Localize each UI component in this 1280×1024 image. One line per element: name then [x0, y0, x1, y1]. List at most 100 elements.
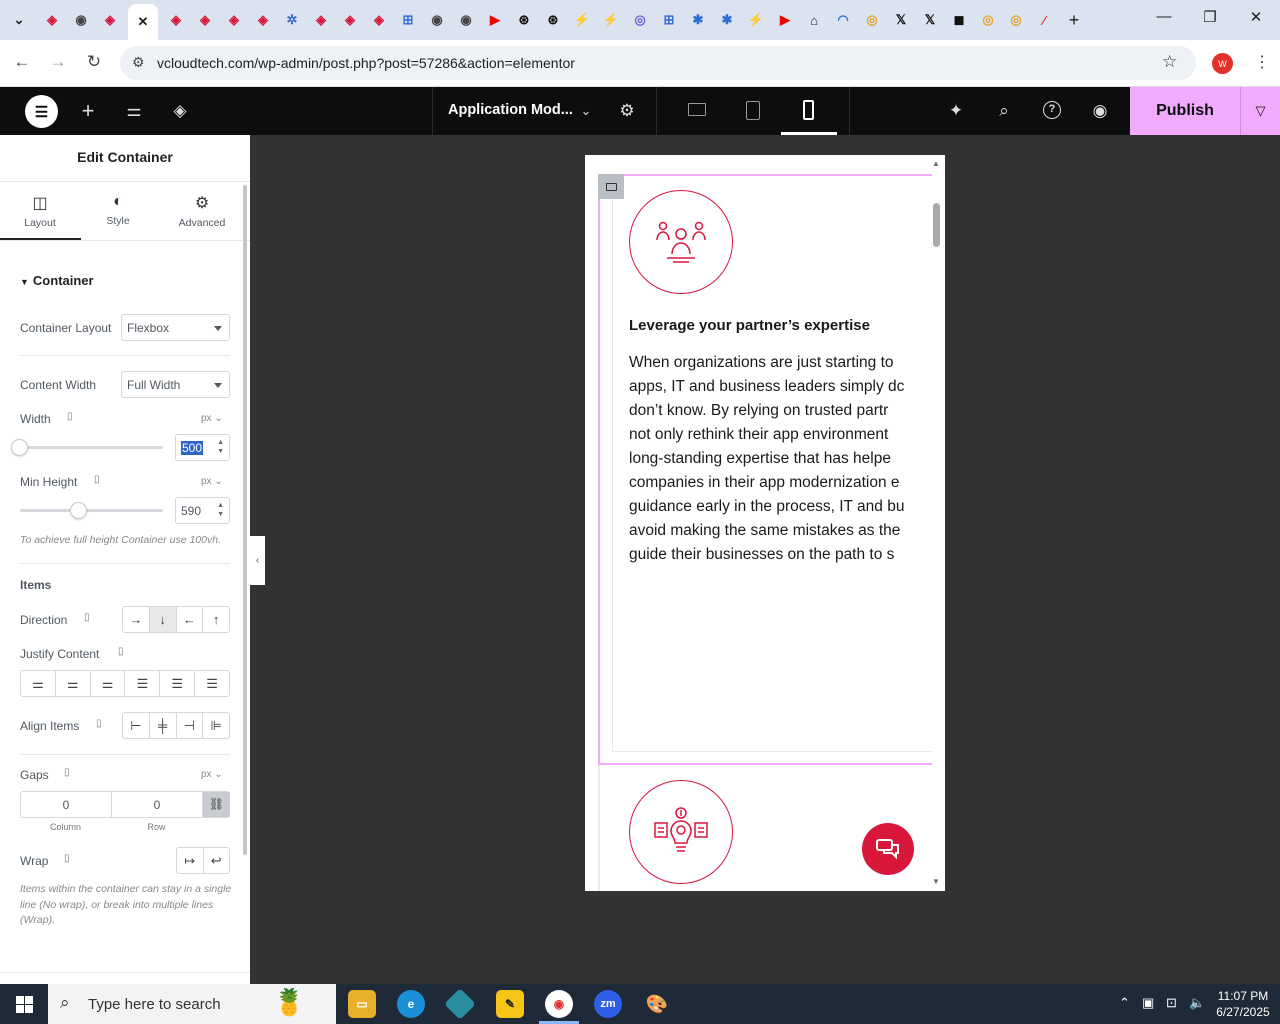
mobile-device-icon[interactable]: ▯ [96, 718, 102, 729]
edge-browser-icon[interactable]: e [397, 990, 425, 1018]
elementor-logo-icon[interactable]: ☰ [25, 95, 58, 128]
tab-favicon[interactable]: ◈ [338, 6, 362, 34]
mobile-view-icon[interactable] [803, 100, 814, 120]
tab-x-icon[interactable]: 𝕏 [918, 6, 942, 34]
min-height-input[interactable]: 590 ▲ ▼ [175, 497, 230, 524]
back-arrow-icon[interactable]: ← [11, 52, 33, 72]
browser-menu-icon[interactable]: ⋮ [1251, 52, 1273, 72]
preview-eye-icon[interactable]: ◉ [1089, 101, 1111, 121]
align-center-icon[interactable]: ╪ [150, 713, 177, 738]
justify-end-icon[interactable]: ⚌ [91, 671, 126, 696]
restore-button[interactable]: ❐ [1197, 8, 1223, 32]
tab-favicon[interactable]: ◎ [860, 6, 884, 34]
forward-arrow-icon[interactable]: → [47, 52, 69, 72]
app-pinned-icon[interactable]: 🎨 [643, 990, 671, 1018]
tab-favicon[interactable]: ⊛ [541, 6, 565, 34]
panel-scrollbar[interactable] [243, 185, 247, 855]
tab-favicon[interactable]: ⊞ [657, 6, 681, 34]
tab-favicon[interactable]: ◉ [454, 6, 478, 34]
tab-youtube-icon[interactable]: ▶ [773, 6, 797, 34]
app-diamond-icon[interactable] [444, 988, 476, 1020]
sticky-notes-icon[interactable]: ✎ [496, 990, 524, 1018]
gap-column-input[interactable]: 0 [21, 792, 112, 817]
close-window-button[interactable]: ✕ [1243, 8, 1269, 32]
new-tab-button[interactable]: + [1062, 6, 1086, 34]
tab-favicon[interactable]: ◎ [628, 6, 652, 34]
chevron-down-icon[interactable]: ⌄ [575, 103, 597, 123]
chat-bubble-icon[interactable] [862, 823, 914, 875]
content-width-select[interactable]: Full Width [121, 371, 230, 398]
link-values-icon[interactable]: ⛓ [203, 792, 230, 817]
tray-app-icon[interactable]: ▣ [1142, 995, 1154, 1011]
tab-favicon[interactable]: ◉ [69, 6, 93, 34]
stepper-arrows-icon[interactable]: ▲ ▼ [217, 501, 224, 519]
container-layout-select[interactable]: Flexbox [121, 314, 230, 341]
help-icon[interactable]: ? [1043, 101, 1061, 119]
tab-favicon[interactable]: ◈ [309, 6, 333, 34]
tab-favicon[interactable]: ⚡ [570, 6, 594, 34]
scroll-up-arrow-icon[interactable]: ▲ [932, 159, 940, 168]
tab-active-close-icon[interactable]: ✕ [128, 4, 158, 40]
tab-style[interactable]: ◐ Style [78, 193, 158, 227]
justify-space-around-icon[interactable]: ☰ [160, 671, 196, 696]
direction-row-button[interactable]: → [123, 607, 150, 632]
justify-space-between-icon[interactable]: ☰ [125, 671, 161, 696]
justify-start-icon[interactable]: ⚌ [21, 671, 56, 696]
tab-advanced[interactable]: ⚙ Advanced [162, 193, 242, 229]
mobile-device-icon[interactable]: ▯ [64, 853, 70, 864]
tab-favicon[interactable]: ✱ [715, 6, 739, 34]
mobile-device-icon[interactable]: ▯ [84, 612, 90, 623]
tab-favicon[interactable]: ◈ [222, 6, 246, 34]
mobile-device-icon[interactable]: ▯ [67, 411, 73, 422]
mobile-device-icon[interactable]: ▯ [94, 474, 100, 485]
width-slider-handle[interactable] [11, 439, 28, 456]
tab-favicon[interactable]: ◈ [98, 6, 122, 34]
tablet-view-icon[interactable] [746, 101, 760, 120]
preview-scrollbar[interactable] [933, 203, 940, 247]
tab-favicon[interactable]: ◎ [976, 6, 1000, 34]
tab-favicon[interactable]: ⚡ [599, 6, 623, 34]
profile-avatar[interactable]: W [1212, 53, 1233, 74]
reload-icon[interactable]: ↻ [83, 52, 105, 72]
align-end-icon[interactable]: ⊣ [177, 713, 204, 738]
wrap-icon[interactable]: ↩ [204, 848, 230, 873]
min-height-slider-handle[interactable] [69, 502, 87, 519]
chrome-browser-icon[interactable]: ◉ [545, 990, 573, 1018]
width-input[interactable]: 500 ▲ ▼ [175, 434, 230, 461]
site-info-icon[interactable]: ⚙ [132, 54, 145, 71]
section-body-text[interactable]: When organizations are just starting to … [629, 351, 929, 567]
url-text[interactable]: vcloudtech.com/wp-admin/post.php?post=57… [157, 55, 575, 71]
width-unit-select[interactable]: px ⌄ [201, 413, 223, 424]
desktop-view-icon[interactable] [688, 103, 706, 116]
tab-favicon[interactable]: ✱ [686, 6, 710, 34]
section-heading[interactable]: Leverage your partner’s expertise [629, 317, 870, 334]
tab-favicon[interactable]: ⊛ [512, 6, 536, 34]
no-wrap-icon[interactable]: ↦ [177, 848, 204, 873]
tab-favicon[interactable]: ⌂ [802, 6, 826, 34]
direction-column-button[interactable]: ↓ [149, 607, 177, 632]
tab-layout[interactable]: ◫ Layout [0, 193, 80, 229]
page-settings-gear-icon[interactable]: ⚙ [616, 101, 638, 121]
tab-favicon[interactable]: ◈ [164, 6, 188, 34]
tab-favicon[interactable]: ⊞ [396, 6, 420, 34]
mobile-device-icon[interactable]: ▯ [64, 767, 70, 778]
tab-favicon[interactable]: ◎ [1004, 6, 1028, 34]
tab-favicon[interactable]: ◼ [947, 6, 971, 34]
min-height-slider-track[interactable] [20, 509, 163, 512]
min-height-unit-select[interactable]: px ⌄ [201, 476, 223, 487]
bookmark-star-icon[interactable]: ☆ [1162, 52, 1177, 72]
add-element-icon[interactable]: + [77, 98, 99, 123]
align-stretch-icon[interactable]: ⊫ [203, 713, 229, 738]
collapse-panel-chevron-icon[interactable]: ‹ [250, 536, 265, 585]
justify-space-evenly-icon[interactable]: ☰ [195, 671, 229, 696]
tab-favicon[interactable]: ⚡ [744, 6, 768, 34]
volume-icon[interactable]: 🔈 [1189, 995, 1205, 1011]
site-settings-icon[interactable]: ⚌ [123, 101, 145, 121]
zoom-app-icon[interactable]: zm [594, 990, 622, 1018]
tab-favicon[interactable]: ◈ [193, 6, 217, 34]
tab-favicon[interactable]: ◈ [367, 6, 391, 34]
taskbar-clock[interactable]: 11:07 PM 6/27/2025 [1210, 988, 1276, 1020]
search-icon[interactable]: ⌕ [993, 101, 1015, 121]
document-title[interactable]: Application Mod... [448, 102, 573, 118]
minimize-button[interactable]: — [1151, 8, 1177, 32]
